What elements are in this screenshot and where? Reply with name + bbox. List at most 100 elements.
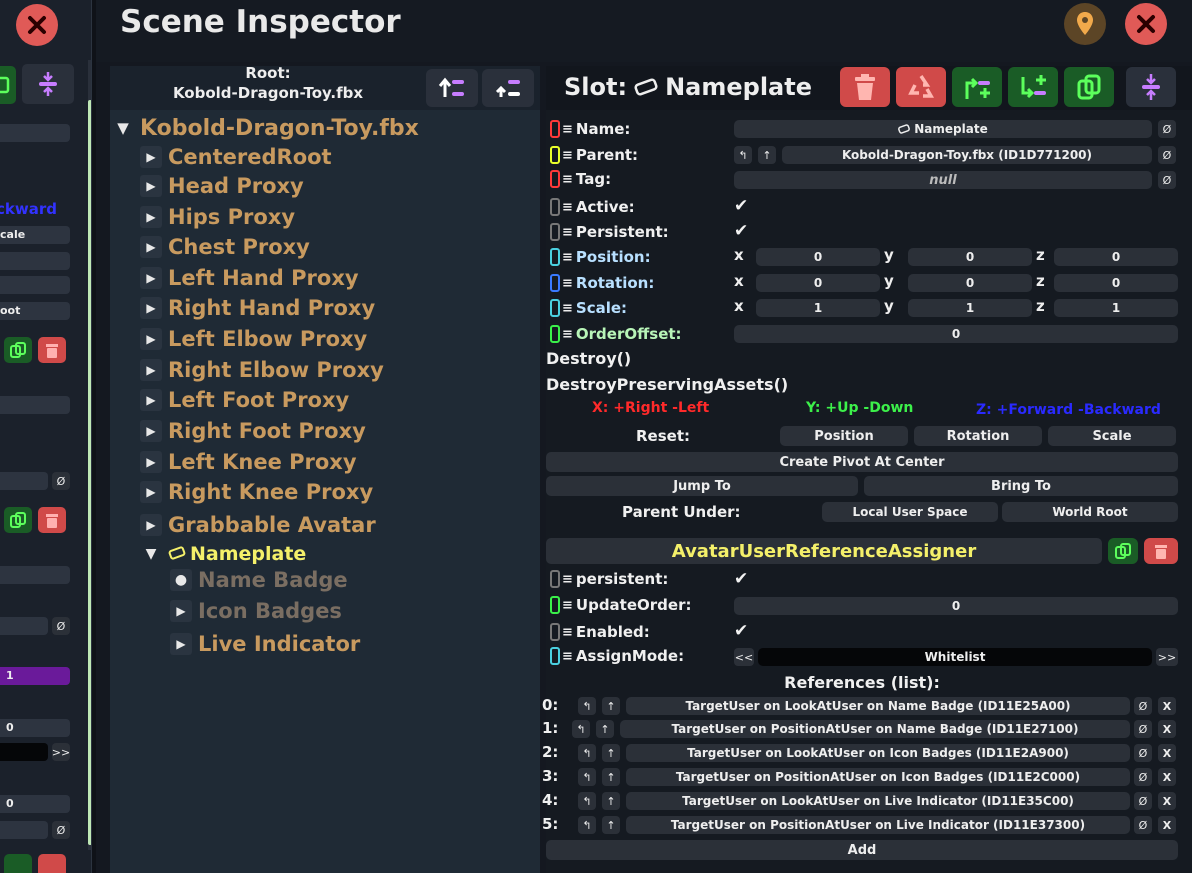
expand-arrow-icon[interactable]: ▶ — [140, 267, 162, 289]
null-button[interactable]: Ø — [1158, 171, 1176, 189]
location-pin-icon[interactable] — [1064, 3, 1106, 45]
null-button[interactable]: Ø — [1134, 768, 1152, 786]
duplicate-icon[interactable] — [4, 854, 32, 873]
duplicate-button[interactable] — [1064, 67, 1114, 107]
trash-icon[interactable] — [38, 507, 66, 533]
reference-field[interactable]: TargetUser on PositionAtUser on Icon Bad… — [626, 768, 1130, 786]
tree-node[interactable]: ▶ Left Hand Proxy — [140, 264, 359, 292]
expand-arrow-icon[interactable]: ▶ — [140, 146, 162, 168]
position-y[interactable]: 0 — [908, 248, 1032, 266]
destroy-action[interactable]: Destroy() — [546, 349, 631, 368]
menu-icon[interactable]: ≡ — [562, 625, 573, 640]
jump-to-button[interactable]: ↰ — [578, 697, 596, 715]
position-x[interactable]: 0 — [756, 248, 880, 266]
go-up-button[interactable]: ↑ — [602, 744, 620, 762]
tree-node[interactable]: ▶ Icon Badges — [170, 597, 342, 625]
prev-value-button[interactable]: << — [734, 648, 754, 666]
tree-node[interactable]: ▶ Left Elbow Proxy — [140, 325, 367, 353]
active-checkbox[interactable]: ✔ — [734, 196, 748, 216]
orderoffset-field[interactable]: 0 — [734, 325, 1178, 343]
remove-component-button[interactable] — [1144, 538, 1178, 564]
enabled-checkbox[interactable]: ✔ — [734, 621, 748, 641]
menu-icon[interactable]: ≡ — [562, 225, 573, 240]
remove-reference-button[interactable]: X — [1158, 792, 1176, 810]
field[interactable] — [0, 743, 48, 761]
null-button[interactable]: Ø — [1134, 792, 1152, 810]
local-user-space-button[interactable]: Local User Space — [822, 502, 998, 522]
menu-icon[interactable]: ≡ — [562, 327, 573, 342]
go-up-button[interactable]: ↑ — [602, 816, 620, 834]
scale-x[interactable]: 1 — [756, 299, 880, 317]
field[interactable] — [0, 276, 70, 294]
field[interactable] — [0, 396, 70, 414]
menu-icon[interactable]: ≡ — [562, 250, 573, 265]
destroy-preserving-button[interactable] — [896, 67, 946, 107]
duplicate-icon[interactable] — [0, 66, 16, 104]
scale-y[interactable]: 1 — [908, 299, 1032, 317]
expand-arrow-icon[interactable]: ▶ — [140, 389, 162, 411]
world-root-button[interactable]: World Root — [1002, 502, 1178, 522]
field[interactable] — [0, 472, 48, 490]
tree-node[interactable]: ▶ Right Hand Proxy — [140, 294, 375, 322]
move-up-button[interactable] — [482, 69, 534, 107]
reset-scale-button[interactable]: Scale — [1048, 426, 1176, 446]
reference-field[interactable]: TargetUser on LookAtUser on Name Badge (… — [626, 697, 1130, 715]
go-up-button[interactable]: ↑ — [596, 720, 614, 738]
collapse-arrow-icon[interactable]: ▼ — [112, 117, 134, 139]
jump-to-button[interactable]: ↰ — [578, 816, 596, 834]
tree-node[interactable]: ▶ Head Proxy — [140, 172, 304, 200]
tree-node[interactable]: ▶ Chest Proxy — [140, 233, 310, 261]
menu-icon[interactable]: ≡ — [562, 301, 573, 316]
tree-node-selected[interactable]: ▼ Nameplate — [140, 540, 307, 568]
field[interactable]: 0 — [0, 795, 70, 813]
go-up-button[interactable]: ↑ — [602, 792, 620, 810]
stepper-button[interactable]: >> — [52, 743, 70, 761]
tree-node[interactable]: ▶ CenteredRoot — [140, 143, 332, 171]
menu-icon[interactable]: ≡ — [562, 148, 573, 163]
remove-reference-button[interactable]: X — [1158, 720, 1176, 738]
go-up-button[interactable]: ↑ — [602, 768, 620, 786]
expand-arrow-icon[interactable]: ▶ — [140, 206, 162, 228]
create-pivot-button[interactable]: Create Pivot At Center — [546, 452, 1178, 472]
go-up-button[interactable]: ↑ — [758, 146, 776, 164]
go-up-button[interactable]: ↑ — [602, 697, 620, 715]
menu-icon[interactable]: ≡ — [562, 649, 573, 664]
menu-icon[interactable]: ≡ — [562, 122, 573, 137]
null-button[interactable]: Ø — [52, 472, 70, 490]
expand-arrow-icon[interactable]: ▶ — [140, 420, 162, 442]
null-button[interactable]: Ø — [1158, 146, 1176, 164]
tree-node[interactable]: ▶ Live Indicator — [170, 630, 360, 658]
field[interactable]: cale — [0, 226, 70, 244]
center-pivot-button[interactable] — [1126, 67, 1176, 107]
jump-to-button[interactable]: ↰ — [734, 146, 752, 164]
expand-arrow-icon[interactable]: ▶ — [140, 359, 162, 381]
duplicate-icon[interactable] — [4, 507, 32, 533]
null-button[interactable]: Ø — [1134, 720, 1152, 738]
tag-field[interactable]: null — [734, 171, 1152, 189]
close-icon[interactable] — [1125, 3, 1167, 45]
insert-parent-button[interactable] — [952, 67, 1002, 107]
rotation-z[interactable]: 0 — [1054, 274, 1178, 292]
tree-node[interactable]: ▶ Hips Proxy — [140, 203, 295, 231]
rotation-y[interactable]: 0 — [908, 274, 1032, 292]
tree-node[interactable]: ▶ Left Foot Proxy — [140, 386, 349, 414]
field[interactable]: 1 — [0, 667, 70, 685]
scale-z[interactable]: 1 — [1054, 299, 1178, 317]
menu-icon[interactable]: ≡ — [562, 172, 573, 187]
destroy-preserving-action[interactable]: DestroyPreservingAssets() — [546, 375, 788, 394]
assignmode-field[interactable]: Whitelist — [758, 648, 1152, 666]
expand-arrow-icon[interactable]: ▶ — [140, 236, 162, 258]
jump-to-button[interactable]: ↰ — [578, 768, 596, 786]
tree-node[interactable]: ▶ Right Knee Proxy — [140, 478, 373, 506]
field[interactable] — [0, 617, 48, 635]
expand-arrow-icon[interactable]: ▶ — [170, 600, 192, 622]
tree-node[interactable]: ▶ Right Foot Proxy — [140, 417, 366, 445]
field[interactable] — [0, 821, 48, 839]
rotation-x[interactable]: 0 — [756, 274, 880, 292]
duplicate-component-button[interactable] — [1108, 538, 1138, 564]
expand-arrow-icon[interactable]: ▶ — [140, 514, 162, 536]
position-z[interactable]: 0 — [1054, 248, 1178, 266]
insert-parent-icon[interactable] — [22, 64, 74, 104]
title-bar[interactable]: Scene Inspector — [96, 0, 1192, 62]
null-button[interactable]: Ø — [1134, 816, 1152, 834]
